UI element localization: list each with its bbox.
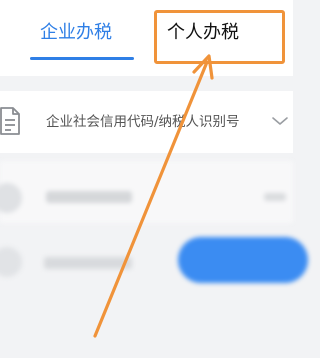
blurred-action-button[interactable] <box>178 237 308 283</box>
list-item[interactable] <box>0 161 293 223</box>
tab-bar: 企业办税 个人办税 <box>0 0 293 76</box>
document-icon <box>0 107 20 135</box>
active-tab-indicator <box>30 57 134 60</box>
avatar <box>0 247 22 277</box>
tab-company-tax[interactable]: 企业办税 <box>40 18 112 48</box>
blurred-text <box>264 193 286 201</box>
blurred-text <box>44 257 132 269</box>
credit-code-field[interactable]: 企业社会信用代码/纳税人识别号 <box>0 91 293 153</box>
blurred-content-area <box>0 153 308 358</box>
credit-code-placeholder: 企业社会信用代码/纳税人识别号 <box>46 114 240 130</box>
blurred-text <box>46 191 132 203</box>
annotation-highlight-box <box>154 10 285 64</box>
avatar <box>0 183 22 213</box>
chevron-down-icon[interactable] <box>271 116 289 126</box>
